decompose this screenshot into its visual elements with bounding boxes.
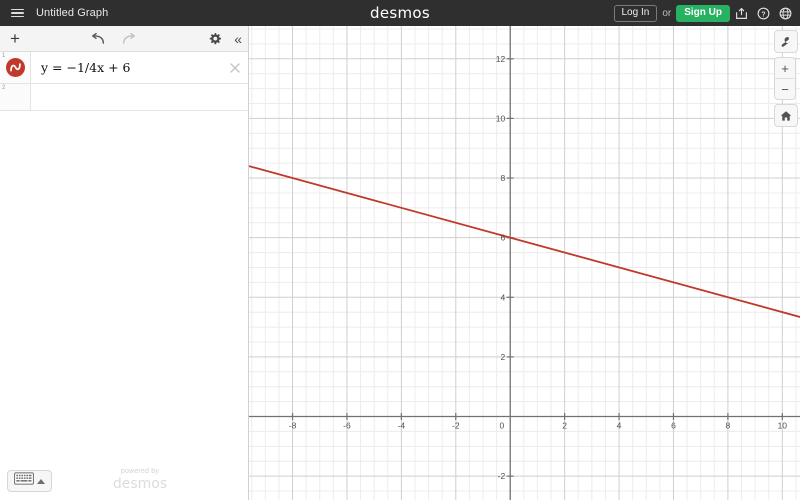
keyboard-icon bbox=[14, 472, 34, 490]
y-tick-label: 4 bbox=[500, 292, 505, 302]
x-tick-label: 8 bbox=[726, 421, 731, 431]
expression-index-1: 1 bbox=[2, 53, 6, 59]
collapse-panel-button[interactable]: « bbox=[232, 32, 244, 46]
undo-redo-group bbox=[88, 26, 138, 51]
watermark-line2: desmos bbox=[112, 475, 168, 492]
globe-language-icon[interactable] bbox=[774, 0, 796, 26]
x-tick-label: 4 bbox=[617, 421, 622, 431]
expression-toolbar: + « bbox=[0, 26, 248, 52]
signup-button[interactable]: Sign Up bbox=[676, 4, 730, 22]
redo-arrow-icon[interactable] bbox=[120, 26, 138, 51]
expression-list: 1 y = −1/4x + 6 2 bbox=[0, 52, 248, 111]
y-tick-label: 8 bbox=[500, 173, 505, 183]
gear-icon[interactable] bbox=[206, 26, 224, 51]
x-tick-label: 10 bbox=[778, 421, 788, 431]
y-tick-label: 12 bbox=[496, 54, 506, 64]
undo-arrow-icon[interactable] bbox=[88, 26, 106, 51]
expression-index-2: 2 bbox=[2, 85, 6, 91]
x-tick-label: -4 bbox=[398, 421, 406, 431]
zoom-out-button[interactable]: − bbox=[775, 79, 795, 99]
top-header-bar: Untitled Graph desmos Log In or Sign Up … bbox=[0, 0, 800, 26]
y-tick-label: 6 bbox=[500, 233, 505, 243]
header-actions: Log In or Sign Up ? bbox=[613, 0, 797, 26]
graph-tools-toolbar: + − bbox=[774, 30, 798, 127]
y-tick-label: -2 bbox=[498, 471, 506, 481]
expression-row-2[interactable]: 2 bbox=[0, 84, 248, 111]
expression-math-1: y = −1/4x + 6 bbox=[41, 60, 131, 75]
expression-panel: + « 1 y = −1/4x + 6 2 powered by desmos bbox=[0, 26, 249, 500]
x-tick-label: -6 bbox=[343, 421, 351, 431]
svg-text:?: ? bbox=[761, 11, 765, 18]
zoom-buttons-group: + − bbox=[774, 57, 796, 100]
x-tick-label: 0 bbox=[499, 421, 504, 431]
close-x-icon[interactable] bbox=[228, 61, 242, 75]
powered-by-watermark: powered by desmos bbox=[100, 468, 180, 492]
hamburger-menu-icon[interactable] bbox=[4, 0, 30, 26]
y-tick-label: 2 bbox=[500, 352, 505, 362]
graph-canvas[interactable]: -8 -6 -4 -2 0 2 4 6 8 10 -2 2 4 6 8 10 12 bbox=[249, 26, 800, 500]
or-label: or bbox=[662, 7, 672, 19]
axes bbox=[249, 26, 800, 500]
x-tick-label: -8 bbox=[289, 421, 297, 431]
add-expression-button[interactable]: + bbox=[0, 26, 30, 51]
curve-dot-icon[interactable] bbox=[5, 58, 25, 77]
wrench-settings-icon[interactable] bbox=[774, 30, 798, 53]
home-icon[interactable] bbox=[774, 104, 798, 127]
expression-gutter-2: 2 bbox=[0, 84, 31, 110]
help-question-icon[interactable]: ? bbox=[752, 0, 774, 26]
expression-input-1[interactable]: y = −1/4x + 6 bbox=[31, 52, 248, 83]
minor-gridlines bbox=[249, 26, 800, 500]
expression-input-2[interactable] bbox=[31, 84, 248, 110]
graph-title[interactable]: Untitled Graph bbox=[36, 7, 108, 19]
major-gridlines bbox=[249, 26, 800, 500]
share-icon[interactable] bbox=[730, 0, 752, 26]
caret-up-icon bbox=[37, 478, 45, 484]
x-tick-label: -2 bbox=[452, 421, 460, 431]
watermark-line1: powered by bbox=[120, 468, 160, 476]
expression-gutter-1: 1 bbox=[0, 52, 31, 83]
keyboard-toggle-button[interactable] bbox=[7, 470, 52, 492]
x-tick-label: 2 bbox=[562, 421, 567, 431]
desmos-calculator-app: Untitled Graph desmos Log In or Sign Up … bbox=[0, 0, 800, 500]
y-tick-label: 10 bbox=[496, 113, 506, 123]
expression-row-1[interactable]: 1 y = −1/4x + 6 bbox=[0, 52, 248, 84]
graph-plot: -8 -6 -4 -2 0 2 4 6 8 10 -2 2 4 6 8 10 12 bbox=[249, 26, 800, 500]
toolbar-right-group: « bbox=[206, 26, 244, 51]
x-tick-label: 6 bbox=[671, 421, 676, 431]
zoom-in-button[interactable]: + bbox=[775, 58, 795, 78]
login-button[interactable]: Log In bbox=[613, 4, 658, 22]
plotted-line bbox=[249, 165, 800, 318]
